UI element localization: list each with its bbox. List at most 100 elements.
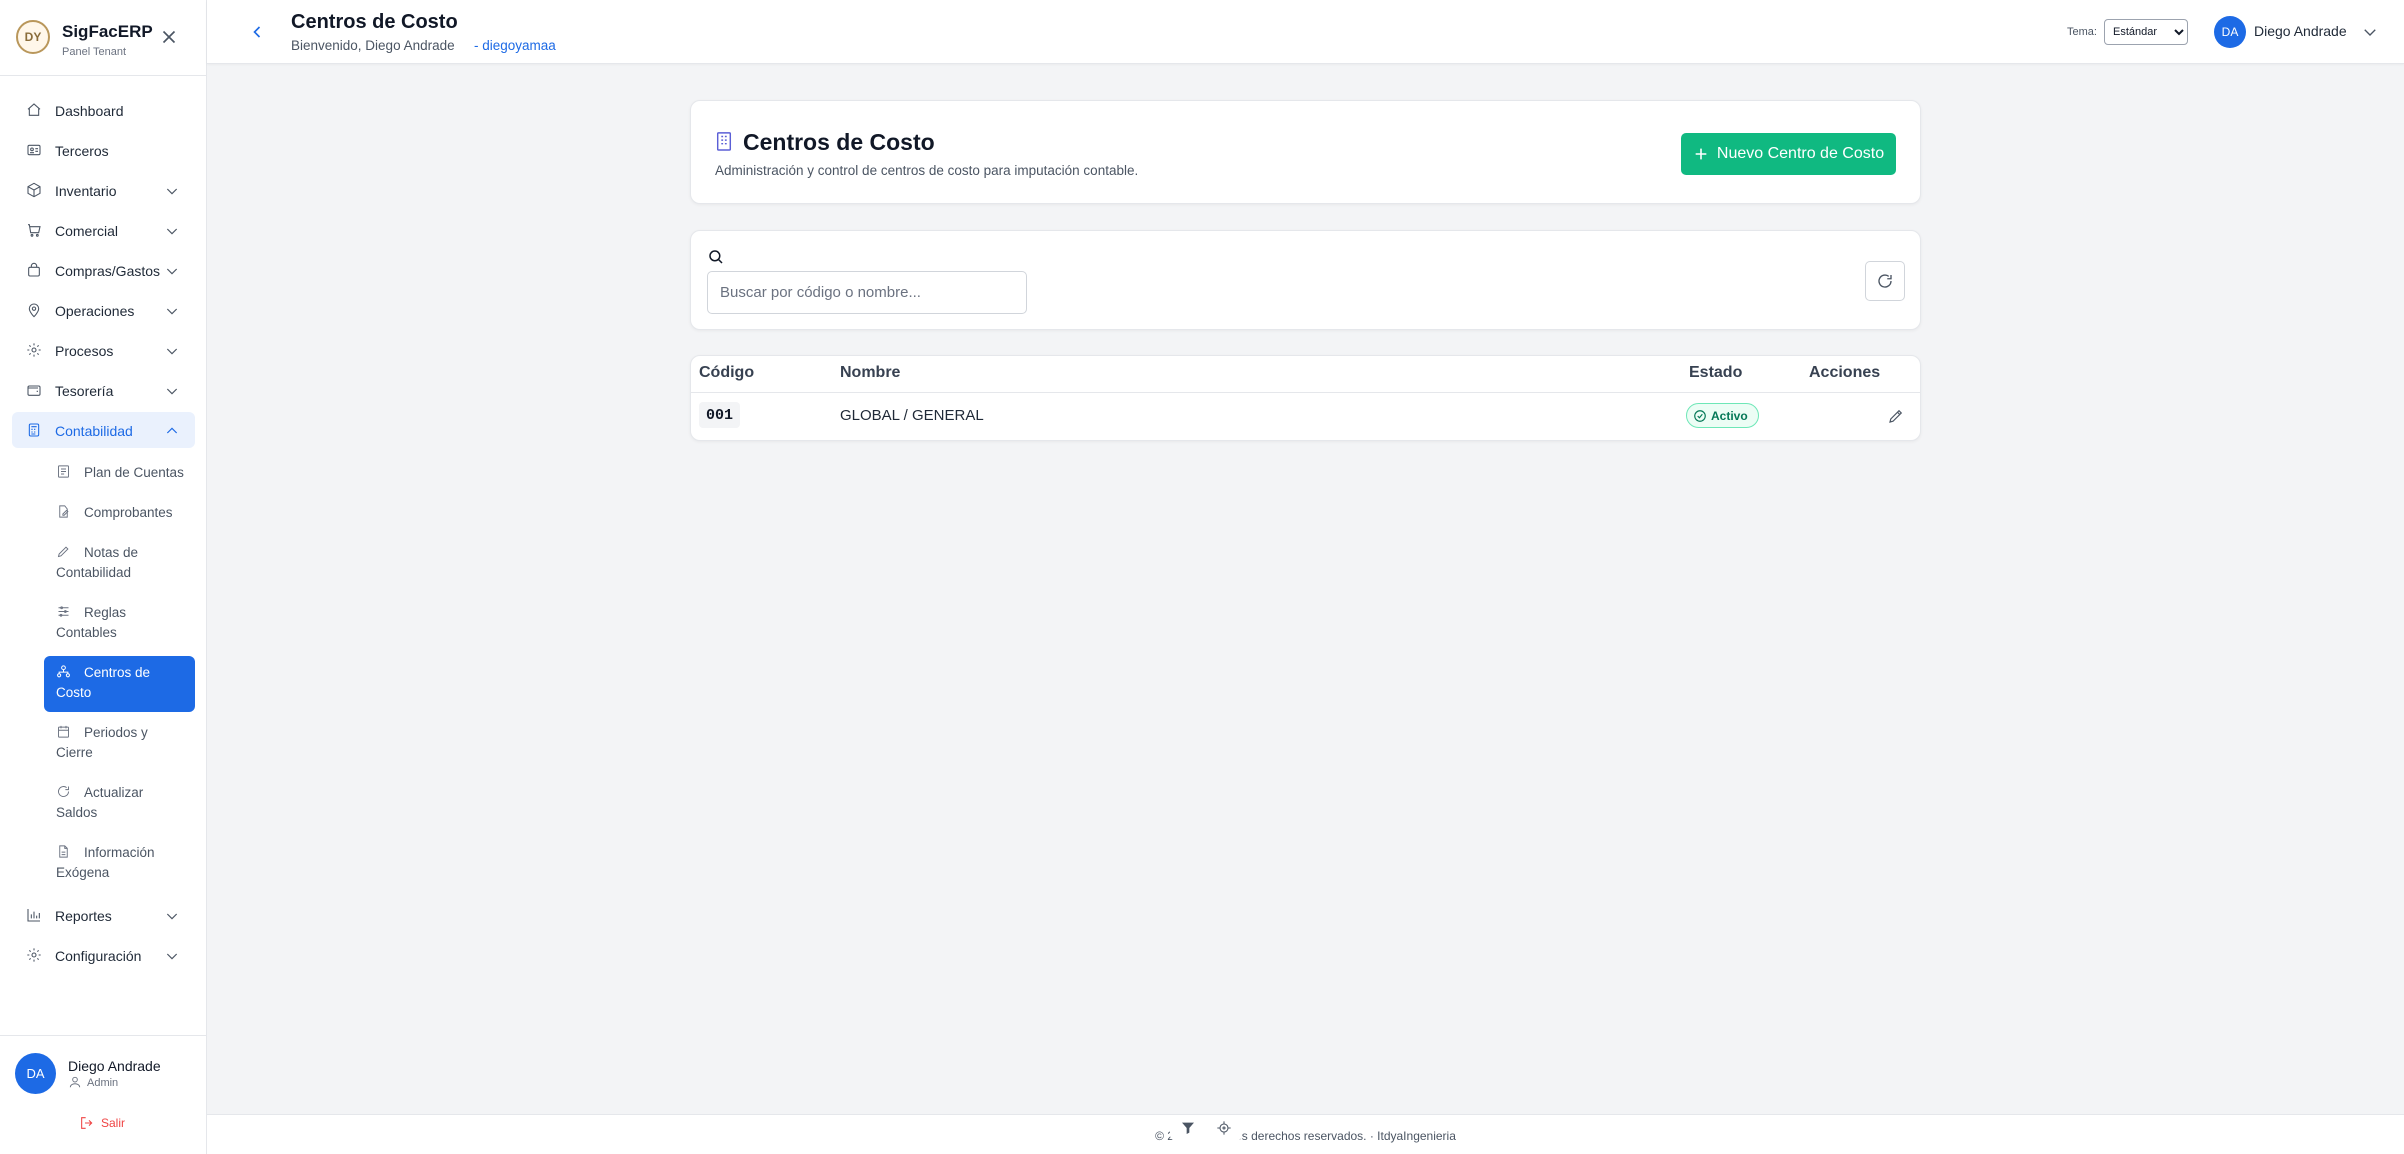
chevron-down-icon [166,228,178,235]
sidebar-item-dashboard[interactable]: Dashboard [12,92,195,128]
id-card-icon [27,144,41,156]
page-subtitle: Administración y control de centros de c… [715,163,1139,178]
cube-icon [27,182,41,198]
sidebar-item-tesoreria[interactable]: Tesorería [12,372,195,408]
footer: © 2026 Todos los derechos reservados. · … [207,1114,2404,1154]
sidebar-item-comercial[interactable]: Comercial [12,212,195,248]
chevron-down-icon[interactable] [2361,23,2379,41]
sidebar-item-label: Contabilidad [55,423,133,439]
sidebar-subitem-label: Reglas Contables [56,605,127,640]
header-divider [691,392,1920,393]
bag-icon [28,262,40,277]
search-card [690,230,1921,330]
search-input[interactable] [707,271,1027,314]
filter-icon[interactable] [1180,1120,1196,1136]
map-pin-icon [28,303,40,318]
page-header-title: Centros de Costo [291,11,458,33]
wallet-icon [27,385,41,396]
sidebar-subitem-label: Periodos y Cierre [56,725,148,760]
sidebar-subitem-actualizar-saldos[interactable]: Actualizar Saldos [44,776,195,832]
column-header-codigo: Código [699,364,755,381]
sidebar-subitem-centros-de-costo[interactable]: Centros de Costo [44,656,195,712]
cost-centers-table: Código Nombre Estado Acciones 001 GLOBAL… [690,355,1921,441]
calculator-icon [28,423,40,437]
header-user-name[interactable]: Diego Andrade [2254,23,2347,39]
sidebar: DY SigFacERP Panel Tenant Dashboard Terc… [0,0,207,1154]
sidebar-item-label: Dashboard [55,103,124,119]
page-title: Centros de Costo [743,129,935,155]
sidebar-subitem-label: Plan de Cuentas [84,465,184,480]
gear-icon [27,343,41,357]
theme-select[interactable]: Estándar [2104,19,2188,45]
sidebar-item-label: Inventario [55,183,117,199]
welcome-text: Bienvenido, Diego Andrade [291,38,455,53]
column-header-acciones: Acciones [1809,364,1881,381]
chevron-down-icon [166,913,178,920]
user-name: Diego Andrade [68,1058,161,1074]
sidebar-subitem-periodos-y-cierre[interactable]: Periodos y Cierre [44,716,195,772]
new-cost-center-label: Nuevo Centro de Costo [1716,145,1885,162]
chevron-down-icon [166,348,178,355]
sidebar-subitem-informacion-exogena[interactable]: Información Exógena [44,836,195,892]
sidebar-item-inventario[interactable]: Inventario [12,172,195,208]
logout-icon [81,1117,93,1129]
sidebar-item-label: Comercial [55,223,119,239]
chevron-down-icon [166,308,178,315]
new-cost-center-button[interactable]: Nuevo Centro de Costo [1681,133,1896,175]
sidebar-item-operaciones[interactable]: Operaciones [12,292,195,328]
sidebar-subitem-label: Información Exógena [56,845,155,880]
sidebar-item-label: Terceros [55,143,109,159]
status-badge: Activo [1686,403,1759,428]
refresh-button[interactable] [1865,261,1905,301]
brand-subtitle: Panel Tenant [62,46,127,58]
sidebar-subitem-label: Centros de Costo [56,665,151,700]
sidebar-item-reportes[interactable]: Reportes [12,897,195,933]
sidebar-subitem-label: Actualizar Saldos [56,785,144,820]
sidebar-subitem-reglas-contables[interactable]: Reglas Contables [44,596,195,652]
cost-center-name: GLOBAL / GENERAL [840,407,984,424]
chevron-down-icon [166,388,178,395]
sidebar-item-label: Configuración [55,948,142,964]
chevron-left-icon[interactable] [247,22,267,42]
cost-center-code: 001 [699,402,741,428]
sidebar-subitem-label: Comprobantes [84,505,173,520]
user-icon [69,1076,81,1088]
sidebar-item-label: Operaciones [55,303,135,319]
sidebar-item-procesos[interactable]: Procesos [12,332,195,368]
target-icon[interactable] [1216,1120,1232,1136]
sidebar-subitem-comprobantes[interactable]: Comprobantes [44,496,195,532]
logout-button[interactable]: Salir [79,1113,125,1133]
username-link[interactable]: - diegoyamaa [474,38,556,53]
edit-pencil-icon[interactable] [1887,407,1905,425]
sidebar-subitem-notas-de-contabilidad[interactable]: Notas de Contabilidad [44,536,195,592]
column-header-nombre: Nombre [840,364,901,381]
chevron-down-icon [166,953,178,960]
sidebar-subitem-label: Notas de Contabilidad [56,545,139,580]
footer-copyright: © 2026 Todos los derechos reservados. · … [1155,1129,1456,1143]
sidebar-subitem-plan-de-cuentas[interactable]: Plan de Cuentas [44,456,195,492]
close-icon[interactable] [158,26,180,48]
bar-chart-icon [27,909,40,922]
brand-header: DY SigFacERP Panel Tenant [0,0,207,76]
sidebar-item-compras-gastos[interactable]: Compras/Gastos [12,252,195,288]
building-icon [716,132,732,151]
sidebar-item-terceros[interactable]: Terceros [12,132,195,168]
check-circle-icon [1694,409,1706,422]
column-header-estado: Estado [1689,364,1743,381]
avatar[interactable]: DA [15,1053,56,1094]
sidebar-item-contabilidad[interactable]: Contabilidad [12,412,195,448]
chevron-up-icon [166,427,178,434]
avatar[interactable]: DA [2214,16,2246,48]
chevron-down-icon [166,268,178,275]
sidebar-item-configuracion[interactable]: Configuración [12,937,195,973]
footer-toolbar [1170,1115,1242,1141]
sidebar-item-label: Compras/Gastos [55,263,161,279]
sidebar-user-block: DA Diego Andrade Admin Salir [0,1035,207,1154]
plus-icon [1695,148,1707,160]
sidebar-item-label: Reportes [55,908,112,924]
brand-name: SigFacERP [62,22,153,41]
sidebar-item-label: Tesorería [55,383,114,399]
theme-label: Tema: [2067,26,2097,38]
brand-logo: DY [16,20,50,54]
status-label: Activo [1711,408,1748,423]
